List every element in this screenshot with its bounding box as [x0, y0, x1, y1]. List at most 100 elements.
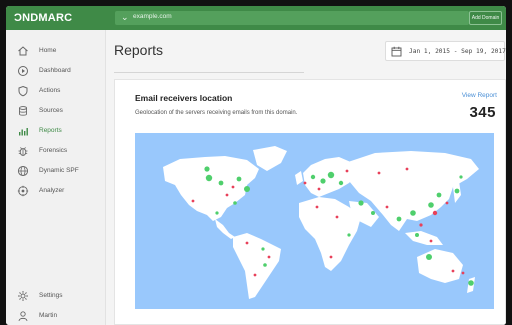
map-marker[interactable]	[445, 201, 449, 205]
title-divider	[114, 72, 304, 73]
card-title: Email receivers location	[135, 93, 233, 103]
page-title: Reports	[114, 42, 164, 58]
sidebar-item-sources[interactable]: Sources	[6, 102, 106, 120]
map-marker[interactable]	[428, 202, 434, 208]
sidebar-item-actions[interactable]: Actions	[6, 82, 106, 100]
domain-selector[interactable]: ⌄ example.com	[115, 11, 469, 25]
map-marker[interactable]	[377, 171, 381, 175]
calendar-icon	[391, 46, 402, 57]
sidebar-item-label: Sources	[39, 107, 63, 114]
map-marker[interactable]	[419, 223, 423, 227]
date-range-value: Jan 1, 2015 - Sep 19, 2017	[409, 48, 506, 55]
dashboard-icon	[18, 66, 28, 76]
landmass-uk	[295, 171, 303, 185]
user-icon	[18, 311, 28, 322]
sidebar-item-settings[interactable]: Settings	[6, 287, 106, 305]
bar-chart-icon	[19, 128, 28, 136]
card-subtitle: Geolocation of the servers receiving ema…	[135, 110, 298, 116]
shield-icon	[18, 85, 28, 97]
map-marker[interactable]	[436, 192, 442, 198]
map-marker[interactable]	[231, 185, 235, 189]
sidebar-item-label: Settings	[39, 292, 63, 299]
landmass-australia	[417, 249, 463, 283]
sidebar-item-label: Analyzer	[39, 187, 65, 194]
sidebar-item-label: Dashboard	[39, 67, 71, 74]
map-marker[interactable]	[205, 174, 213, 182]
map-marker[interactable]	[267, 255, 271, 259]
globe-icon	[17, 165, 29, 177]
add-domain-button[interactable]: Add Domain	[469, 11, 502, 25]
map-marker[interactable]	[405, 167, 409, 171]
map-marker[interactable]	[432, 210, 438, 216]
map-marker[interactable]	[245, 241, 249, 245]
map-marker[interactable]	[225, 193, 229, 197]
map-landmasses	[163, 146, 479, 299]
map-marker[interactable]	[459, 175, 463, 179]
app-logo[interactable]: ƆNDMARC	[14, 12, 72, 24]
map-marker[interactable]	[461, 271, 465, 275]
map-marker[interactable]	[215, 211, 219, 215]
landmass-greenland	[253, 146, 287, 171]
map-marker[interactable]	[347, 233, 351, 237]
map-marker[interactable]	[253, 273, 257, 277]
sidebar-item-dynamic-spf[interactable]: Dynamic SPF	[6, 162, 106, 180]
map-marker[interactable]	[236, 176, 242, 182]
sidebar-item-label: Dynamic SPF	[39, 167, 79, 174]
map-marker[interactable]	[338, 180, 344, 186]
top-bar: ƆNDMARC ⌄ example.com Add Domain	[6, 6, 506, 30]
map-marker[interactable]	[327, 171, 335, 179]
sidebar: Home Dashboard Actions Sources Reports F…	[6, 30, 106, 325]
bug-icon	[18, 147, 28, 156]
chevron-down-icon: ⌄	[121, 12, 129, 22]
landmass-central-america	[215, 219, 235, 239]
map-marker[interactable]	[329, 255, 333, 259]
map-marker[interactable]	[303, 181, 307, 185]
sidebar-item-label: Forensics	[39, 147, 68, 154]
map-marker[interactable]	[410, 210, 416, 216]
sidebar-item-forensics[interactable]: Forensics	[6, 142, 106, 160]
world-map[interactable]	[135, 133, 494, 309]
map-marker[interactable]	[454, 188, 460, 194]
sidebar-item-label: Home	[39, 47, 57, 54]
view-report-link[interactable]: View Report	[462, 92, 497, 99]
sidebar-item-dashboard[interactable]: Dashboard	[6, 62, 106, 80]
map-marker[interactable]	[317, 187, 321, 191]
landmass-southeast-asia	[405, 231, 443, 245]
map-marker[interactable]	[233, 201, 237, 205]
sidebar-item-user[interactable]: Martin	[6, 307, 106, 325]
map-marker[interactable]	[310, 174, 316, 180]
sidebar-item-analyzer[interactable]: Analyzer	[6, 182, 106, 200]
map-marker[interactable]	[261, 247, 265, 251]
map-marker[interactable]	[429, 239, 433, 243]
home-icon	[18, 46, 28, 56]
map-marker[interactable]	[451, 269, 455, 273]
map-marker[interactable]	[218, 180, 224, 186]
sidebar-item-home[interactable]: Home	[6, 42, 106, 60]
database-icon	[19, 106, 27, 116]
app-window: ƆNDMARC ⌄ example.com Add Domain Home Da…	[6, 6, 506, 325]
map-marker[interactable]	[468, 280, 474, 286]
date-range-picker[interactable]: Jan 1, 2015 - Sep 19, 2017	[385, 41, 506, 61]
world-map-svg	[163, 146, 479, 299]
receivers-count: 345	[469, 104, 496, 121]
domain-selector-value: example.com	[133, 13, 172, 20]
map-marker[interactable]	[320, 178, 326, 184]
sidebar-item-reports[interactable]: Reports	[6, 122, 106, 140]
map-marker[interactable]	[358, 200, 364, 206]
map-marker[interactable]	[244, 186, 250, 192]
map-marker[interactable]	[315, 205, 319, 209]
sidebar-item-label: Actions	[39, 87, 61, 94]
map-marker[interactable]	[426, 254, 432, 260]
map-marker[interactable]	[396, 216, 402, 222]
map-marker[interactable]	[345, 169, 349, 173]
map-marker[interactable]	[415, 233, 419, 237]
landmass-south-america	[233, 233, 281, 299]
map-marker[interactable]	[335, 215, 339, 219]
map-marker[interactable]	[204, 166, 210, 172]
map-marker[interactable]	[385, 205, 389, 209]
map-marker[interactable]	[263, 263, 267, 267]
email-receivers-card: Email receivers location Geolocation of …	[114, 79, 506, 325]
map-marker[interactable]	[371, 211, 375, 215]
map-marker[interactable]	[191, 199, 195, 203]
gear-icon	[18, 291, 28, 301]
